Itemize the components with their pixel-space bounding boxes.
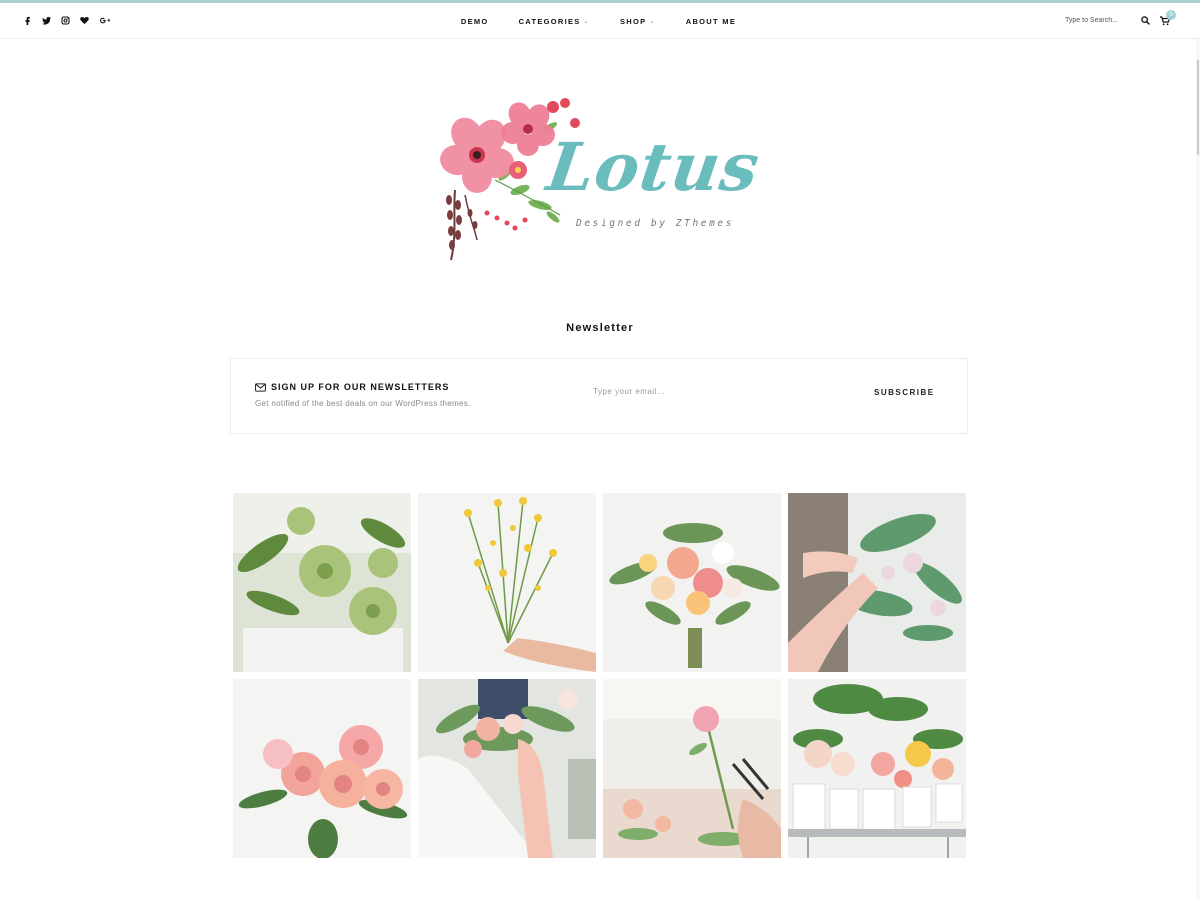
nav-demo[interactable]: DEMO — [461, 17, 489, 26]
nav-shop-label: SHOP — [619, 16, 647, 26]
newsletter-heading: SIGN UP FOR OUR NEWSLETTERS — [255, 382, 449, 392]
gallery-image-arranging-greenery[interactable] — [788, 493, 966, 672]
search-input[interactable] — [1065, 17, 1131, 24]
scrollbar-thumb[interactable] — [1197, 60, 1199, 155]
gallery-image-green-hellebore[interactable] — [233, 493, 411, 672]
nav-about-me[interactable]: ABOUT ME — [686, 17, 736, 26]
scrollbar-track[interactable] — [1196, 39, 1200, 900]
newsletter-email-input[interactable] — [593, 387, 813, 396]
gallery-image-pink-roses[interactable] — [233, 679, 411, 858]
newsletter-signup-box: SIGN UP FOR OUR NEWSLETTERS Get notified… — [230, 358, 968, 434]
header-search — [1065, 16, 1150, 25]
google-plus-icon[interactable] — [98, 14, 112, 26]
cart-count-badge: 0 — [1166, 10, 1176, 20]
search-icon[interactable] — [1141, 16, 1150, 25]
newsletter-subtext: Get notified of the best deals on our Wo… — [255, 399, 471, 408]
instagram-icon[interactable] — [60, 14, 70, 26]
site-logo-title[interactable]: Lotus — [543, 128, 765, 206]
gallery-image-florist-arranging[interactable] — [418, 679, 596, 858]
instagram-gallery — [233, 493, 966, 858]
newsletter-section-title: Newsletter — [566, 322, 634, 334]
heart-icon[interactable] — [79, 14, 89, 26]
cart-button[interactable]: 0 — [1160, 10, 1176, 28]
nav-about-label: ABOUT ME — [685, 16, 737, 26]
main-navigation: DEMO CATEGORIES ⌄ SHOP ⌄ ABOUT ME — [0, 3, 1200, 39]
chevron-down-icon: ⌄ — [649, 18, 656, 25]
gallery-image-flower-buckets[interactable] — [788, 679, 966, 858]
social-links — [22, 14, 112, 26]
envelope-icon — [255, 382, 266, 392]
twitter-icon[interactable] — [41, 14, 51, 26]
nav-shop[interactable]: SHOP ⌄ — [620, 17, 656, 26]
nav-categories[interactable]: CATEGORIES ⌄ — [519, 17, 590, 26]
nav-categories-label: CATEGORIES — [518, 16, 581, 26]
gallery-image-cutting-rose[interactable] — [603, 679, 781, 858]
site-logo-tagline: Designed by ZThemes — [576, 218, 735, 229]
gallery-image-peach-bouquet[interactable] — [603, 493, 781, 672]
gallery-image-yellow-wildflowers[interactable] — [418, 493, 596, 672]
facebook-icon[interactable] — [22, 14, 32, 26]
nav-demo-label: DEMO — [460, 16, 489, 26]
subscribe-button[interactable]: SUBSCRIBE — [874, 388, 935, 397]
chevron-down-icon: ⌄ — [583, 18, 590, 25]
top-navigation-bar: DEMO CATEGORIES⌄ SHOP⌄ ABOUT ME 0 — [0, 3, 1200, 39]
newsletter-heading-text: SIGN UP FOR OUR NEWSLETTERS — [271, 382, 450, 392]
